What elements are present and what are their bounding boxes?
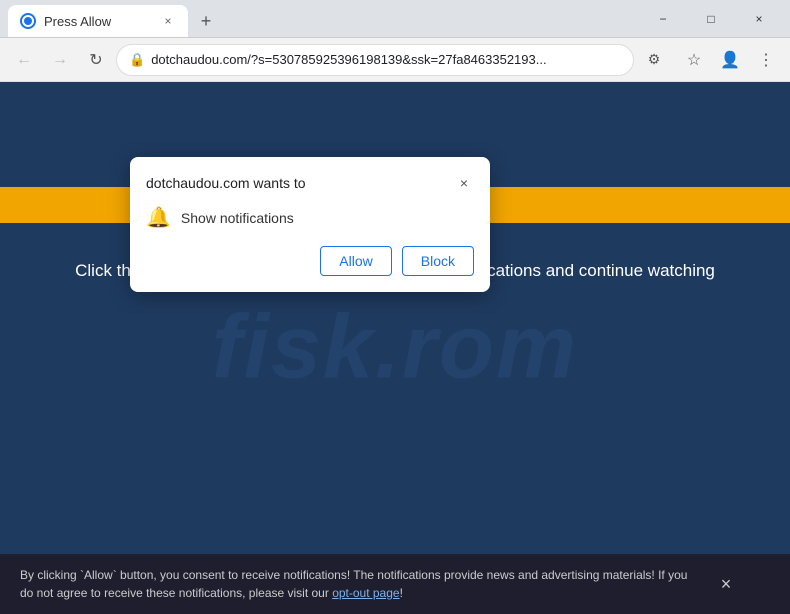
lock-icon: 🔒 xyxy=(129,52,145,68)
close-button[interactable]: × xyxy=(736,1,782,37)
bookmark-button[interactable]: ☆ xyxy=(678,44,710,76)
maximize-button[interactable]: □ xyxy=(688,1,734,37)
opt-out-link[interactable]: opt-out page xyxy=(332,586,399,600)
title-bar-controls: − □ × xyxy=(640,1,782,37)
watermark-text: fisk.rom xyxy=(212,297,578,400)
profile-button[interactable]: 👤 xyxy=(714,44,746,76)
tab-close-button[interactable]: × xyxy=(160,13,176,29)
refresh-button[interactable]: ↻ xyxy=(80,44,112,76)
popup-close-button[interactable]: × xyxy=(454,173,474,193)
address-bar[interactable]: 🔒 dotchaudou.com/?s=530785925396198139&s… xyxy=(116,44,634,76)
browser-window: Press Allow × + − □ × ← → ↻ 🔒 dotchaudou… xyxy=(0,0,790,614)
banner-text-end: ! xyxy=(400,586,403,600)
tab-bar: Press Allow × + − □ × xyxy=(0,0,790,38)
forward-button[interactable]: → xyxy=(44,44,76,76)
allow-button[interactable]: Allow xyxy=(320,246,391,276)
banner-close-button[interactable]: × xyxy=(712,570,740,598)
popup-title: dotchaudou.com wants to xyxy=(146,175,306,191)
url-text: dotchaudou.com/?s=530785925396198139&ssk… xyxy=(151,52,621,67)
menu-button[interactable]: ⋮ xyxy=(750,44,782,76)
page-content: fisk.rom 98% Click the «Allow» button to… xyxy=(0,82,790,614)
new-tab-button[interactable]: + xyxy=(192,7,220,35)
notification-popup: dotchaudou.com wants to × 🔔 Show notific… xyxy=(130,157,490,292)
popup-notification-row: 🔔 Show notifications xyxy=(146,205,474,230)
banner-text: By clicking `Allow` button, you consent … xyxy=(20,566,702,602)
notification-label: Show notifications xyxy=(181,210,294,226)
tab-favicon xyxy=(20,13,36,29)
watermark: fisk.rom xyxy=(212,297,578,400)
extensions-icon[interactable]: ⚙ xyxy=(638,44,670,76)
extensions-area: ⚙ xyxy=(638,44,670,76)
address-bar-row: ← → ↻ 🔒 dotchaudou.com/?s=53078592539619… xyxy=(0,38,790,82)
active-tab[interactable]: Press Allow × xyxy=(8,5,188,37)
block-button[interactable]: Block xyxy=(402,246,474,276)
tab-title: Press Allow xyxy=(44,14,111,29)
bell-icon: 🔔 xyxy=(146,205,171,230)
popup-header: dotchaudou.com wants to × xyxy=(146,173,474,193)
minimize-button[interactable]: − xyxy=(640,1,686,37)
bottom-banner: By clicking `Allow` button, you consent … xyxy=(0,554,790,614)
back-button[interactable]: ← xyxy=(8,44,40,76)
popup-buttons: Allow Block xyxy=(146,246,474,276)
